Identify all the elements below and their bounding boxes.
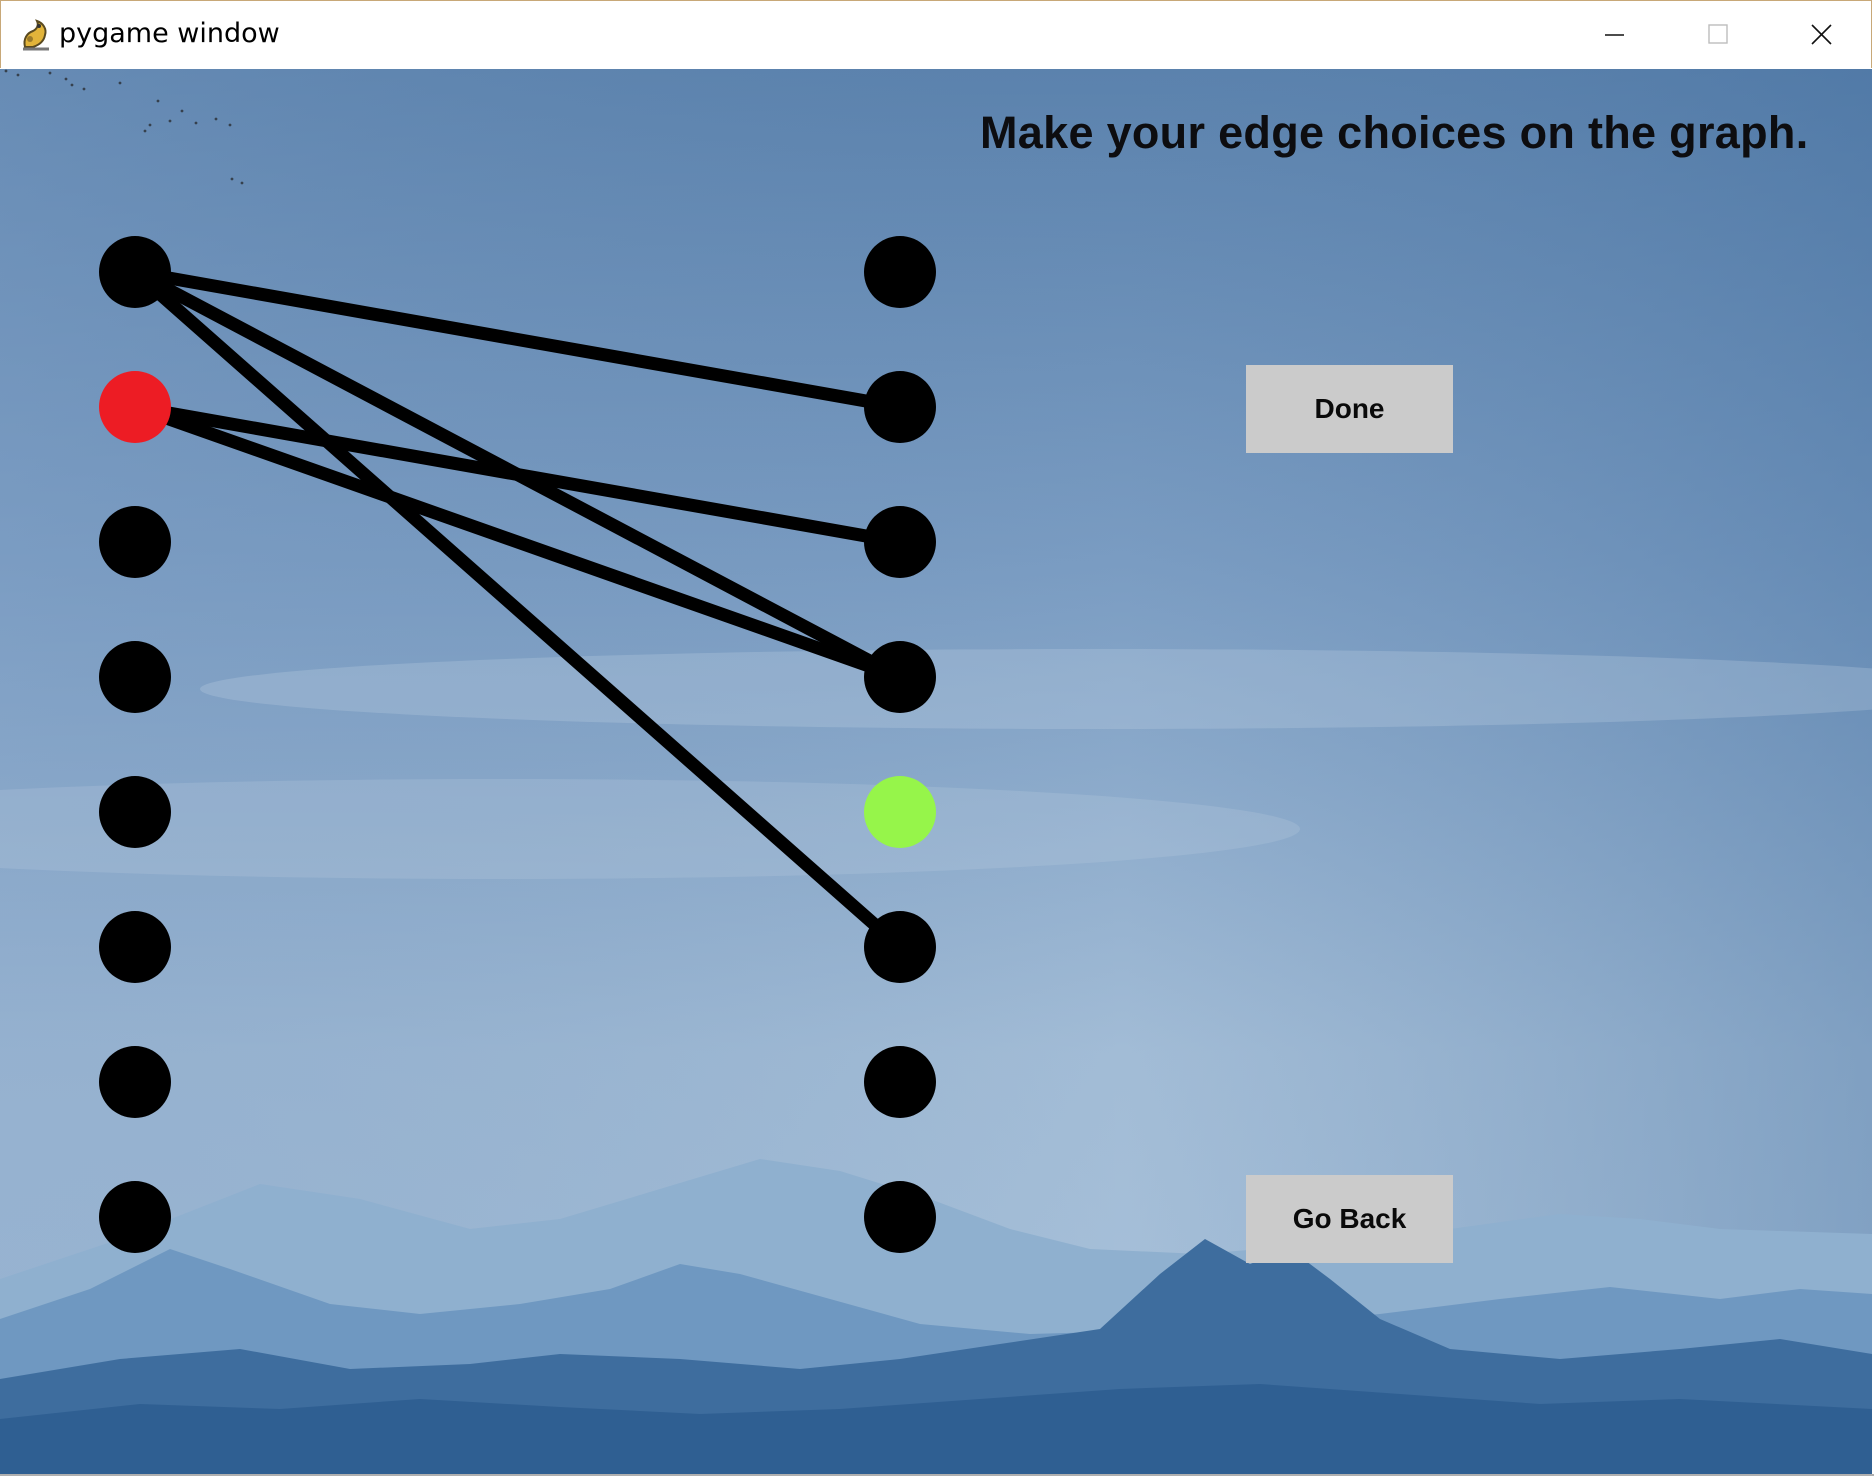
edge-left1-right3 (128, 400, 907, 684)
left-node-0[interactable] (99, 236, 171, 308)
right-node-5[interactable] (864, 911, 936, 983)
close-icon (1811, 24, 1832, 45)
game-canvas[interactable]: Make your edge choices on the graph. Don… (0, 69, 1872, 1474)
right-node-3[interactable] (864, 641, 936, 713)
done-button[interactable]: Done (1246, 365, 1453, 453)
right-node-7[interactable] (864, 1181, 936, 1253)
left-node-2[interactable] (99, 506, 171, 578)
left-node-6[interactable] (99, 1046, 171, 1118)
bipartite-graph[interactable] (0, 69, 1872, 1474)
maximize-button[interactable] (1666, 1, 1770, 69)
right-node-6[interactable] (864, 1046, 936, 1118)
minimize-icon (1605, 34, 1624, 36)
title-bar[interactable]: pygame window (0, 0, 1872, 68)
right-node-2[interactable] (864, 506, 936, 578)
left-node-4[interactable] (99, 776, 171, 848)
window-title: pygame window (59, 18, 280, 49)
pygame-snake-icon (19, 17, 53, 53)
edge-left1-right2 (128, 400, 907, 549)
edges (128, 265, 907, 954)
left-node-5[interactable] (99, 911, 171, 983)
right-node-1[interactable] (864, 371, 936, 443)
instruction-text: Make your edge choices on the graph. (980, 107, 1809, 158)
left-node-3[interactable] (99, 641, 171, 713)
pygame-window: pygame window Make your edge choices on … (0, 0, 1874, 1476)
right-node-0[interactable] (864, 236, 936, 308)
minimize-button[interactable] (1562, 1, 1666, 69)
left-node-1-selected[interactable] (99, 371, 171, 443)
go-back-button[interactable]: Go Back (1246, 1175, 1453, 1263)
maximize-icon (1708, 24, 1728, 44)
left-node-7[interactable] (99, 1181, 171, 1253)
close-button[interactable] (1770, 1, 1874, 69)
right-node-4-highlighted[interactable] (864, 776, 936, 848)
